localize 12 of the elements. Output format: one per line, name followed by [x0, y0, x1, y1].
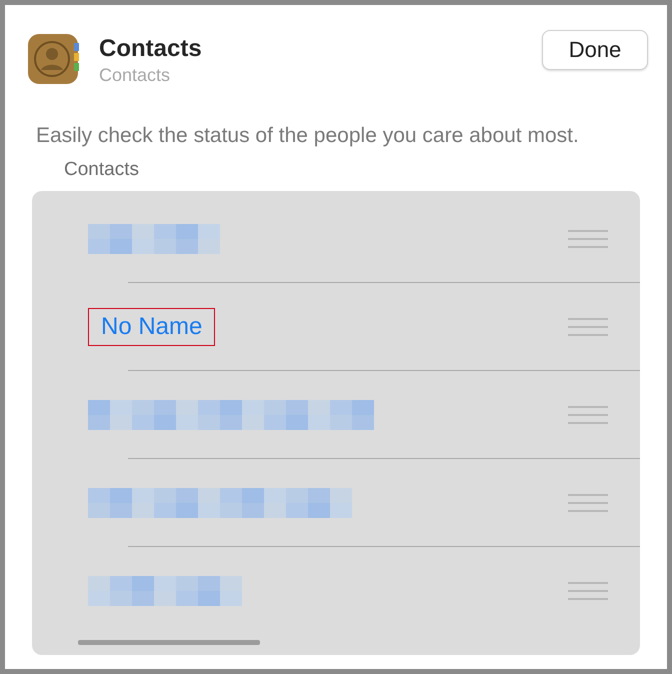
drag-handle-icon[interactable] [568, 581, 608, 601]
contacts-app-icon [25, 31, 81, 87]
widget-title: Contacts [99, 35, 203, 63]
section-label: Contacts [64, 159, 140, 181]
drag-handle-icon[interactable] [568, 493, 608, 513]
done-button[interactable]: Done [542, 30, 648, 70]
drag-handle-icon[interactable] [568, 405, 608, 425]
widget-subtitle: Contacts [99, 65, 172, 86]
scroll-bar[interactable] [78, 640, 260, 645]
description: Easily check the status of the people you care about most. [36, 123, 580, 149]
drag-handle-icon[interactable] [568, 317, 608, 337]
drag-handle-icon[interactable] [568, 229, 608, 249]
